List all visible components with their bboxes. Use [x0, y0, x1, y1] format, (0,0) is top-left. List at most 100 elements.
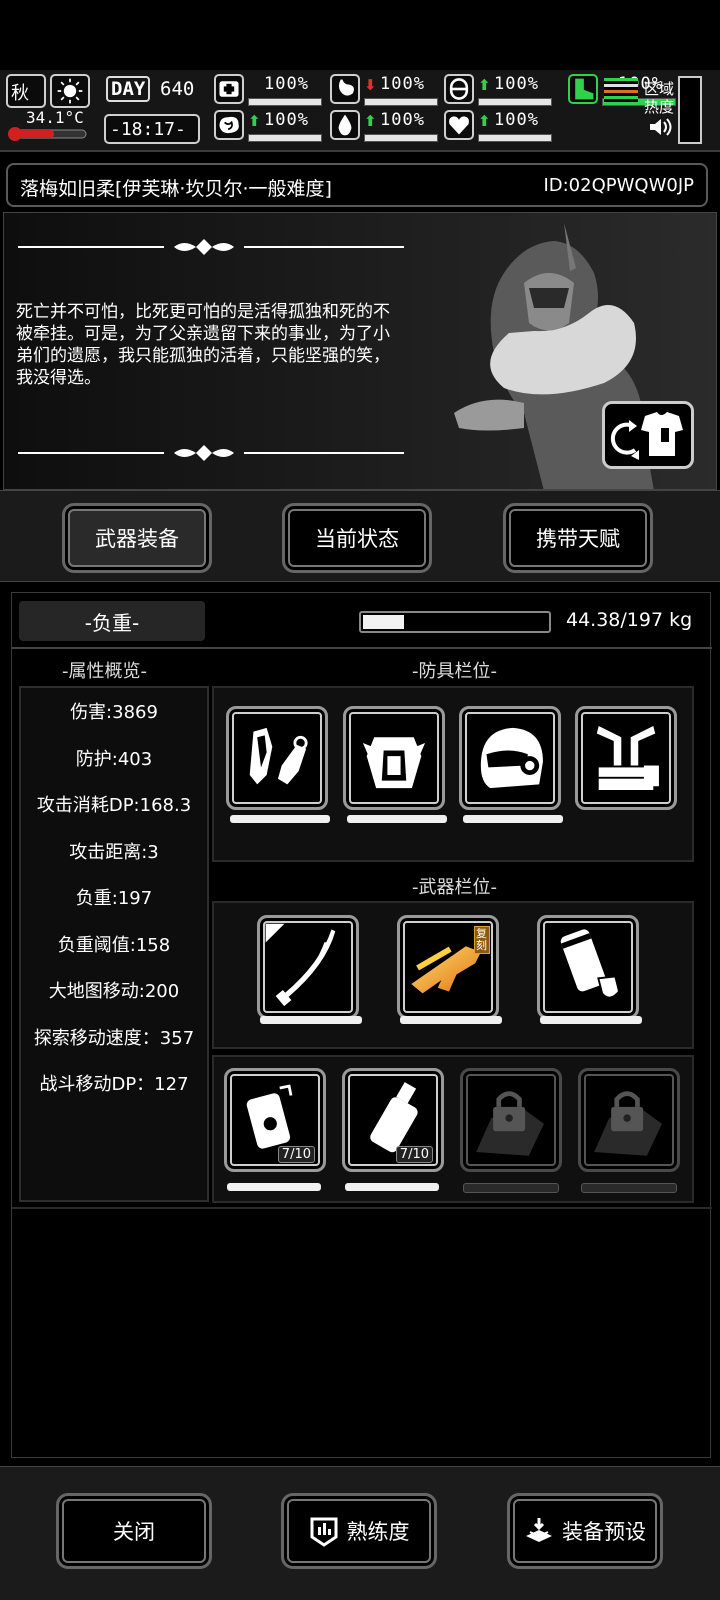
equipment-preset-button[interactable]: 装备预设 [507, 1493, 663, 1569]
water-drop-icon [330, 110, 360, 140]
season-label: 秋 [11, 83, 29, 104]
day-label: DAY [106, 76, 151, 102]
tab-label: 武器装备 [95, 527, 179, 551]
armor-slot-gloves[interactable] [226, 706, 328, 810]
stat-bar [248, 134, 322, 142]
katana-icon [265, 923, 336, 1007]
item-slot-locked[interactable] [578, 1068, 680, 1172]
armor-slot-helmet[interactable] [459, 706, 561, 810]
weapon-durability-bar [260, 1016, 362, 1024]
weapon-slot-shield-pack[interactable] [537, 915, 639, 1019]
close-label: 关闭 [113, 1520, 155, 1544]
armor-slot-chest[interactable] [343, 706, 445, 810]
attributes-title: -属性概览- [62, 661, 147, 682]
helmet-icon [480, 727, 543, 789]
armor-rack-icon [596, 726, 659, 790]
attribute-item: 防护:403 [75, 748, 153, 770]
clock-box: -18:17- [104, 114, 200, 144]
gloves-icon [249, 727, 308, 785]
divider [12, 647, 712, 649]
tab-bar: 武器装备 当前状态 携带天赋 [0, 490, 720, 582]
bottom-bar: 关闭 熟练度 装备预设 [0, 1466, 720, 1600]
status-bar: 秋 34.1°C DAY 640 -18:17- 100% ⬇ 100% ⬆ 100% ⬆… [0, 70, 720, 152]
tab-label: 当前状态 [315, 527, 399, 551]
stat-value: 100% [264, 74, 309, 94]
close-button[interactable]: 关闭 [56, 1493, 212, 1569]
attribute-item: 攻击距离:3 [69, 841, 159, 863]
weapon-slot-gold-rifle[interactable]: 复刻 [397, 915, 499, 1019]
item-slot-grenade[interactable]: 7/10 [224, 1068, 326, 1172]
stat-value: 100% [494, 74, 539, 94]
stat-value: 100% [380, 74, 425, 94]
attributes-list: 伤害:3869 防护:403 攻击消耗DP:168.3 攻击距离:3 负重:197 负重阈… [19, 686, 209, 1202]
attribute-item: 负重阈值:158 [57, 934, 171, 956]
stat-heart: ⬆ 100% [444, 110, 556, 144]
lock-icon [476, 1091, 544, 1156]
region-heat-meter [678, 76, 702, 144]
item-count: 7/10 [395, 1146, 433, 1163]
day-value: 640 [160, 78, 195, 100]
stat-water: ⬆ 100% [330, 110, 442, 144]
preset-icon [526, 1518, 552, 1542]
chest-armor-icon [362, 737, 426, 789]
speaker-icon[interactable] [648, 116, 672, 138]
attribute-item: 负重:197 [75, 888, 153, 909]
stat-bar [364, 134, 438, 142]
item-slot-flask[interactable]: 7/10 [342, 1068, 444, 1172]
stat-value: 100% [380, 110, 425, 130]
story-panel: 死亡并不可怕，比死更可怕的是活得孤独和死的不被牵挂。可是，为了父亲遗留下来的事业… [3, 212, 717, 490]
tab-current-status[interactable]: 当前状态 [282, 503, 432, 573]
arrow-up-icon: ⬆ [364, 112, 377, 130]
attribute-item: 战斗移动DP：127 [39, 1074, 189, 1095]
medkit-icon [214, 74, 244, 104]
item-slot-locked[interactable] [460, 1068, 562, 1172]
item-durability-bar [581, 1183, 677, 1193]
stat-bar [364, 98, 438, 106]
outfit-swap-icon [610, 412, 683, 460]
proficiency-button[interactable]: 熟练度 [281, 1493, 437, 1569]
tab-carried-talent[interactable]: 携带天赋 [503, 503, 653, 573]
story-quote: 死亡并不可怕，比死更可怕的是活得孤独和死的不被牵挂。可是，为了父亲遗留下来的事业… [16, 302, 390, 388]
tab-weapons-equipment[interactable]: 武器装备 [62, 503, 212, 573]
stomach-icon [330, 74, 360, 104]
arrow-up-icon: ⬆ [248, 112, 261, 130]
outfit-swap-button[interactable] [602, 401, 694, 469]
proficiency-icon [310, 1517, 337, 1547]
load-label-box: -负重- [19, 601, 205, 641]
character-header: 落梅如旧柔[伊芙琳·坎贝尔·一般难度] ID:02QPWQW0JP [6, 163, 708, 207]
armor-durability-bar [463, 815, 563, 823]
day-box: DAY 640 [104, 74, 200, 108]
attribute-item: 伤害:3869 [70, 702, 158, 723]
attribute-item: 攻击消耗DP:168.3 [36, 795, 192, 816]
load-value: 44.38/197 kg [566, 609, 693, 631]
weapon-durability-bar [540, 1016, 642, 1024]
arrow-up-icon: ⬆ [478, 76, 491, 94]
attribute-item: 探索移动速度：357 [33, 1027, 195, 1049]
armor-slot-rack[interactable] [575, 706, 677, 810]
item-count: 7/10 [277, 1146, 315, 1163]
stamina-stripes [604, 78, 638, 102]
sun-icon [50, 74, 90, 108]
armor-title: -防具栏位- [412, 661, 497, 682]
weapons-title: -武器栏位- [412, 877, 497, 898]
stat-bar [478, 98, 552, 106]
load-progress-bar [359, 611, 551, 633]
shield-pack-icon [560, 929, 621, 999]
equipment-preset-label: 装备预设 [562, 1520, 646, 1544]
attribute-item: 大地图移动:200 [48, 981, 180, 1002]
region-heat-label: 区域热度 [644, 80, 675, 116]
boot-icon [568, 74, 598, 104]
item-durability-bar [345, 1183, 439, 1191]
character-name: 落梅如旧柔[伊芙琳·坎贝尔·一般难度] [20, 178, 332, 200]
tab-label: 携带天赋 [536, 527, 620, 551]
stat-bar [478, 134, 552, 142]
stat-capsule: ⬆ 100% [444, 74, 556, 108]
arrow-down-icon: ⬇ [364, 76, 377, 94]
divider [12, 1207, 712, 1209]
temperature-value: 34.1°C [26, 108, 84, 127]
lock-icon [594, 1091, 662, 1156]
character-id: ID:02QPWQW0JP [543, 175, 694, 196]
arrow-up-icon: ⬆ [478, 112, 491, 130]
load-progress-fill [363, 615, 404, 629]
weapon-slot-katana[interactable] [257, 915, 359, 1019]
